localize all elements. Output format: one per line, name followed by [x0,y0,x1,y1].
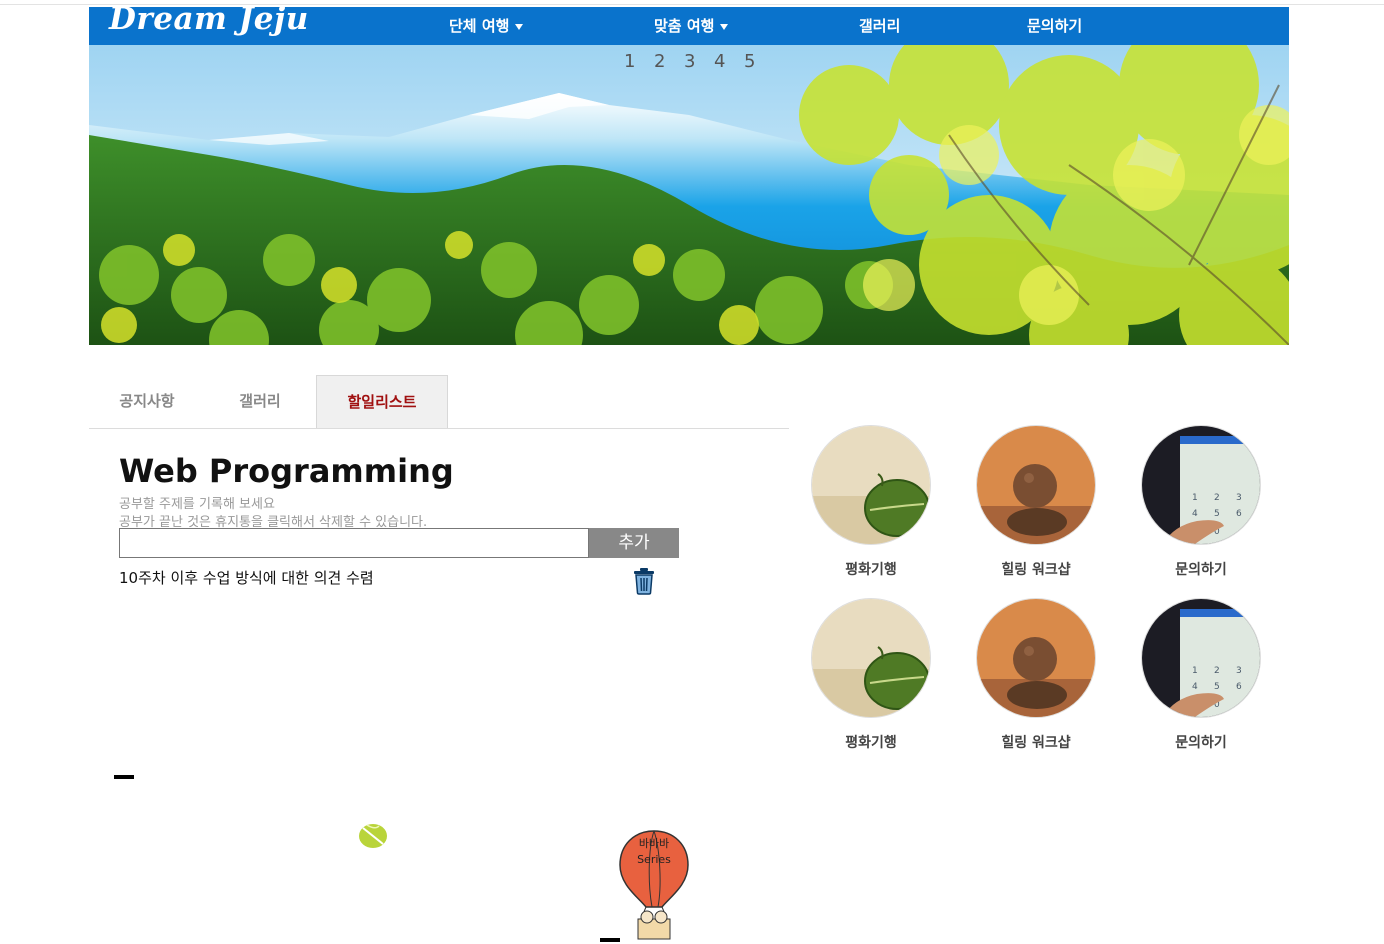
divider-dash [600,938,620,942]
gallery-card-contact[interactable]: 123 456 0 문의하기 [1136,598,1266,752]
tab-notice[interactable]: 공지사항 [89,375,205,428]
content-tabs: 공지사항 갤러리 할일리스트 [89,375,789,429]
nav-item-label: 단체 여행 [449,17,510,35]
gallery-card-label: 힐링 워크샵 [1001,735,1071,751]
phone-keypad-image: 123 456 0 [1141,425,1261,545]
slide-number-5[interactable]: 5 [744,51,774,72]
mountain-landscape-image [89,45,1289,345]
nav-item-label: 문의하기 [1027,17,1083,35]
top-navigation-bar: Dream Jeju 단체 여행 맞춤 여행 갤러리 문의하기 [89,1,1289,45]
svg-text:4: 4 [1192,682,1198,692]
trash-icon[interactable] [632,567,656,595]
svg-text:3: 3 [1236,666,1242,676]
slide-number-1[interactable]: 1 [624,51,654,72]
nav-item-label: 갤러리 [859,17,901,35]
gallery-card-contact[interactable]: 123 456 0 문의하기 [1136,425,1266,579]
hero-banner: 1 2 3 4 5 [89,45,1289,345]
todo-title: Web Programming [119,452,454,490]
todo-input[interactable] [119,528,589,558]
gallery-card-peace-trip[interactable]: 평화기행 [806,598,936,752]
svg-text:6: 6 [1236,509,1242,519]
add-todo-button[interactable]: 추가 [589,528,679,558]
dropdown-caret-icon [515,23,524,30]
svg-text:5: 5 [1214,509,1220,519]
tab-todo-list[interactable]: 할일리스트 [316,375,448,428]
slide-number-4[interactable]: 4 [714,51,744,72]
gallery-card-label: 평화기행 [845,562,897,578]
svg-text:3: 3 [1236,493,1242,503]
svg-text:2: 2 [1214,666,1220,676]
site-logo[interactable]: Dream Jeju [109,1,309,37]
leaf-on-sand-image [811,425,931,545]
svg-text:6: 6 [1236,682,1242,692]
svg-text:5: 5 [1214,682,1220,692]
nav-item-custom-travel[interactable]: 맞춤 여행 [654,15,729,36]
leaf-on-sand-image [811,598,931,718]
dropdown-caret-icon [720,23,729,30]
stacked-stones-image [976,425,1096,545]
stacked-stones-image [976,598,1096,718]
svg-text:1: 1 [1192,493,1198,503]
gallery-card-healing-workshop[interactable]: 힐링 워크샵 [971,598,1101,752]
phone-keypad-image: 123 456 0 [1141,598,1261,718]
svg-text:1: 1 [1192,666,1198,676]
todo-description: 공부할 주제를 기록해 보세요 [119,497,275,512]
nav-item-gallery[interactable]: 갤러리 [859,15,900,36]
todo-list-item: 10주차 이후 수업 방식에 대한 의견 수렴 [119,569,374,587]
balloon-text-2: Series [637,853,671,866]
slide-number-list: 1 2 3 4 5 [624,51,774,72]
gallery-card-label: 힐링 워크샵 [1001,562,1071,578]
svg-text:2: 2 [1214,493,1220,503]
nav-item-group-travel[interactable]: 단체 여행 [449,15,524,36]
gallery-card-label: 문의하기 [1175,735,1227,751]
gallery-card-healing-workshop[interactable]: 힐링 워크샵 [971,425,1101,579]
tennis-ball-icon [359,824,387,848]
nav-item-label: 맞춤 여행 [654,17,715,35]
balloon-text-1: 바바바 [639,837,669,850]
gallery-card-peace-trip[interactable]: 평화기행 [806,425,936,579]
svg-text:4: 4 [1192,509,1198,519]
gallery-card-label: 문의하기 [1175,562,1227,578]
tab-gallery[interactable]: 갤러리 [205,375,315,428]
nav-item-contact[interactable]: 문의하기 [1027,15,1082,36]
gallery-card-label: 평화기행 [845,735,897,751]
slide-number-3[interactable]: 3 [684,51,714,72]
divider-dash [114,775,134,779]
hot-air-balloon-icon: 바바바 Series [619,830,689,940]
slide-number-2[interactable]: 2 [654,51,684,72]
